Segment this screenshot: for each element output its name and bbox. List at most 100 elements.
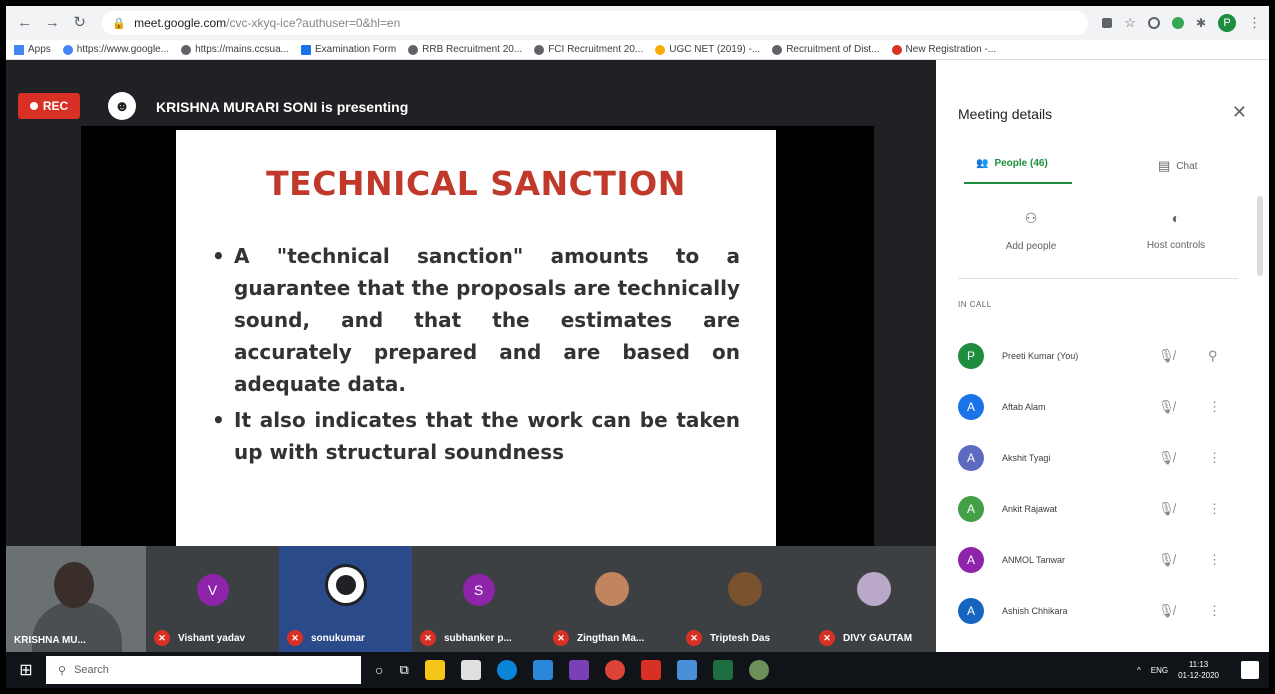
file-explorer-icon[interactable] — [424, 660, 445, 680]
participant-strip: KRISHNA MU... V ✕ Vishant yadav ✕ sonukuma… — [6, 546, 936, 652]
clock[interactable]: 11:13 01-12-2020 — [1178, 659, 1219, 681]
list-item[interactable]: P Preeti Kumar (You) 🎙︎̸ ⚲ — [958, 330, 1238, 381]
star-icon[interactable]: ☆ — [1124, 15, 1136, 31]
participant-tile[interactable]: ✕ Zingthan Ma... — [545, 546, 678, 652]
bookmark-fci[interactable]: FCI Recruitment 20... — [534, 44, 643, 55]
language-indicator[interactable]: ENG — [1151, 666, 1168, 675]
mic-off-icon: 🎙︎̸ — [1158, 398, 1175, 414]
url-host: meet.google.com — [134, 16, 227, 30]
more-options-icon[interactable]: ⋮ — [1208, 501, 1221, 517]
host-controls-button[interactable]: ◐ Host controls — [1126, 210, 1226, 251]
participant-tile[interactable]: V ✕ Vishant yadav — [146, 546, 279, 652]
puzzle-icon[interactable]: ✱ — [1196, 16, 1206, 30]
more-options-icon[interactable]: ⋮ — [1208, 399, 1221, 415]
paint-icon[interactable] — [748, 660, 769, 680]
mic-off-icon: 🎙︎̸ — [1158, 500, 1175, 516]
bookmark-rrb[interactable]: RRB Recruitment 20... — [408, 44, 522, 55]
participant-tile[interactable]: S ✕ subhanker p... — [412, 546, 545, 652]
profile-avatar[interactable]: P — [1218, 14, 1236, 32]
green-extension-icon[interactable] — [1171, 17, 1184, 29]
slide-bullet: • It also indicates that the work can be… — [212, 408, 740, 464]
more-options-icon[interactable]: ⋮ — [1208, 450, 1221, 466]
pin-icon[interactable]: ⚲ — [1208, 348, 1218, 364]
meet-stage: REC ☻ KRISHNA MURARI SONI is presenting … — [6, 60, 936, 652]
calendar-icon[interactable] — [676, 660, 697, 680]
participant-name: Triptesh Das — [710, 632, 771, 644]
tab-chat[interactable]: ▤ Chat — [1158, 158, 1197, 174]
chat-icon: ▤ — [1158, 158, 1171, 173]
list-item[interactable]: A ANMOL Tanwar 🎙︎̸ ⋮ — [958, 534, 1238, 585]
people-list: P Preeti Kumar (You) 🎙︎̸ ⚲ A Aftab Alam … — [958, 330, 1238, 636]
participant-name: DIVY GAUTAM — [843, 632, 913, 644]
close-icon[interactable]: ✕ — [1232, 102, 1247, 123]
bookmark-ccsu[interactable]: https://mains.ccsua... — [181, 44, 289, 55]
person-name: Aftab Alam — [1002, 401, 1046, 412]
camera-icon[interactable] — [1102, 18, 1113, 28]
address-bar[interactable]: 🔒 meet.google.com /cvc-xkyq-ice?authuser… — [102, 11, 1089, 35]
person-name: Akshit Tyagi — [1002, 452, 1051, 463]
premiere-icon[interactable] — [568, 660, 589, 680]
chevron-up-icon[interactable]: ^ — [1137, 666, 1141, 675]
acrobat-icon[interactable] — [640, 660, 661, 680]
slide-bullet: • A "technical sanction" amounts to a gu… — [212, 244, 740, 396]
participant-photo — [727, 572, 762, 606]
notification-icon[interactable] — [1241, 661, 1259, 679]
person-avatar: A — [958, 444, 984, 471]
bookmark-ugc[interactable]: UGC NET (2019) -... — [655, 44, 760, 55]
url-path: /cvc-xkyq-ice?authuser=0&hl=en — [226, 16, 401, 30]
toggle-icon: ◐ — [1171, 210, 1181, 226]
bookmark-google[interactable]: https://www.google... — [62, 44, 169, 55]
people-icon: 👥 — [976, 158, 989, 169]
active-tab-indicator — [964, 182, 1072, 184]
panel-scrollbar[interactable] — [1257, 196, 1263, 276]
extension-icons: ☆ ✱ P ⋮ — [1102, 14, 1261, 32]
apps-grid-icon — [14, 44, 24, 55]
participant-avatar: S — [462, 574, 495, 606]
chrome-icon[interactable] — [604, 660, 625, 680]
kebab-menu-icon[interactable]: ⋮ — [1248, 15, 1261, 31]
participant-tile[interactable]: ✕ DIVY GAUTAM — [811, 546, 936, 652]
taskbar-apps: ○ ⧉ — [375, 660, 769, 680]
store-icon[interactable] — [460, 660, 481, 680]
ugc-icon — [655, 44, 666, 55]
bookmark-exam-form[interactable]: Examination Form — [301, 44, 396, 55]
recording-badge: REC — [18, 93, 80, 119]
windows-start-icon[interactable]: ⊞ — [6, 652, 46, 688]
add-people-button[interactable]: ⚇ Add people — [981, 210, 1081, 252]
globe-icon — [408, 44, 419, 55]
system-tray: ^ ENG 11:13 01-12-2020 — [1137, 652, 1219, 688]
tab-people[interactable]: 👥 People (46) — [976, 158, 1048, 169]
participant-photo — [594, 572, 629, 606]
screen: ← → ↻ 🔒 meet.google.com /cvc-xkyq-ice?au… — [6, 6, 1269, 688]
person-name: Ashish Chhikara — [1002, 605, 1068, 616]
bookmark-recruitment[interactable]: Recruitment of Dist... — [772, 44, 880, 55]
cortana-icon[interactable]: ○ — [375, 662, 383, 678]
meeting-details-panel: Meeting details ✕ 👥 People (46) ▤ Chat ⚇… — [936, 60, 1269, 652]
person-avatar: P — [958, 342, 984, 369]
globe-icon — [772, 44, 783, 55]
list-item[interactable]: A Ashish Chhikara 🎙︎̸ ⋮ — [958, 585, 1238, 636]
more-options-icon[interactable]: ⋮ — [1208, 603, 1221, 619]
extension-circle-icon[interactable] — [1147, 17, 1160, 29]
mic-off-icon: ✕ — [819, 630, 835, 646]
mic-off-icon: 🎙︎̸ — [1158, 602, 1175, 618]
reload-icon[interactable]: ↻ — [69, 12, 90, 34]
edge-icon[interactable] — [496, 660, 517, 680]
excel-icon[interactable] — [712, 660, 733, 680]
list-item[interactable]: A Ankit Rajawat 🎙︎̸ ⋮ — [958, 483, 1238, 534]
bookmark-registration[interactable]: New Registration -... — [891, 44, 996, 55]
back-arrow-icon[interactable]: ← — [14, 12, 35, 34]
list-item[interactable]: A Akshit Tyagi 🎙︎̸ ⋮ — [958, 432, 1238, 483]
windows-taskbar: ⊞ ⚲ Search ○ ⧉ ^ ENG 11:13 01-12-2020 — [6, 652, 1269, 688]
list-item[interactable]: A Aftab Alam 🎙︎̸ ⋮ — [958, 381, 1238, 432]
globe-icon — [534, 44, 545, 55]
forward-arrow-icon[interactable]: → — [41, 12, 62, 34]
more-options-icon[interactable]: ⋮ — [1208, 552, 1221, 568]
participant-tile[interactable]: ✕ Triptesh Das — [678, 546, 811, 652]
task-view-icon[interactable]: ⧉ — [399, 662, 408, 678]
bookmark-apps[interactable]: Apps — [14, 44, 51, 55]
participant-tile[interactable]: KRISHNA MU... — [6, 546, 146, 652]
mail-icon[interactable] — [532, 660, 553, 680]
participant-tile[interactable]: ✕ sonukumar — [279, 546, 412, 652]
taskbar-search[interactable]: ⚲ Search — [46, 656, 361, 684]
